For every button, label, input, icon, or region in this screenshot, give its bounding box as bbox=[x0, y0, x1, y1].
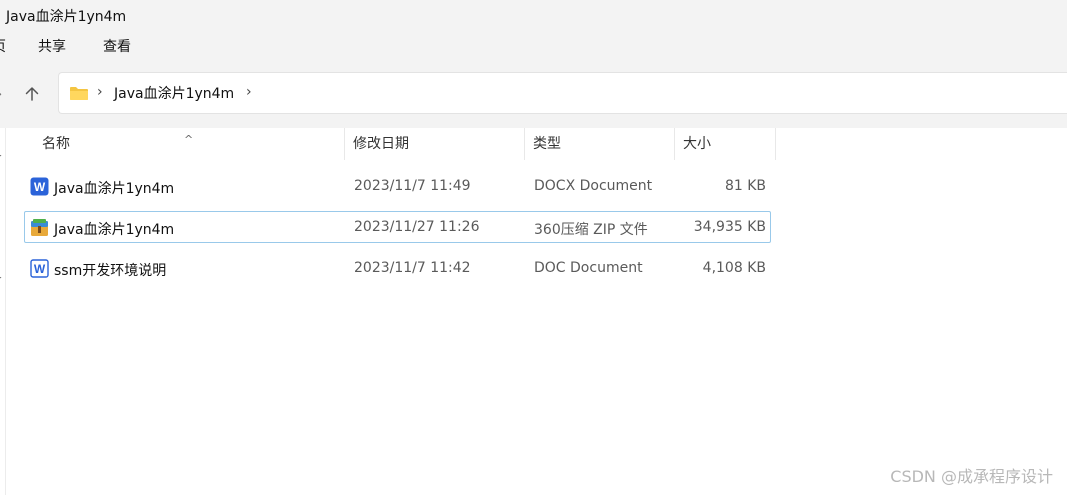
breadcrumb-current-folder[interactable]: Java血涂片1yn4m bbox=[114, 83, 234, 103]
file-name: ssm开发环境说明 bbox=[54, 263, 167, 279]
navigation-bar: › › Java血涂片1yn4m › bbox=[0, 62, 1067, 128]
file-type: 360压缩 ZIP 文件 bbox=[534, 222, 648, 238]
menu-item-view[interactable]: 查看 bbox=[103, 36, 131, 56]
window-title: Java血涂片1yn4m bbox=[6, 9, 127, 25]
column-header-row: 名称 ^ 修改日期 类型 大小 bbox=[6, 128, 776, 160]
menu-item-clipped[interactable]: 页 bbox=[0, 36, 6, 56]
column-header-name[interactable]: 名称 ^ bbox=[6, 128, 345, 160]
column-header-date[interactable]: 修改日期 bbox=[345, 128, 525, 160]
column-header-size[interactable]: 大小 bbox=[675, 128, 776, 160]
file-name: Java血涂片1yn4m bbox=[54, 181, 175, 197]
column-header-date-label: 修改日期 bbox=[353, 136, 409, 152]
title-bar: Java血涂片1yn4m bbox=[0, 0, 1067, 30]
file-name: Java血涂片1yn4m bbox=[54, 222, 175, 238]
breadcrumb-separator[interactable]: › bbox=[97, 84, 103, 100]
nav-pane-clipped-icon: ▸ bbox=[0, 148, 2, 163]
file-type: DOCX Document bbox=[534, 178, 653, 194]
folder-icon bbox=[70, 87, 88, 100]
file-list: 名称 ^ 修改日期 类型 大小 W Java血涂片1yn4m 2023/11/7… bbox=[6, 128, 1067, 495]
file-type: DOC Document bbox=[534, 260, 643, 276]
column-separator[interactable] bbox=[775, 128, 776, 160]
column-header-type-label: 类型 bbox=[533, 136, 561, 152]
file-date: 2023/11/27 11:26 bbox=[354, 219, 480, 235]
column-header-type[interactable]: 类型 bbox=[525, 128, 675, 160]
menu-item-share[interactable]: 共享 bbox=[38, 36, 66, 56]
file-size: 4,108 KB bbox=[702, 260, 766, 276]
column-header-size-label: 大小 bbox=[683, 136, 711, 152]
watermark-text: CSDN @成承程序设计 bbox=[890, 467, 1053, 486]
file-date: 2023/11/7 11:49 bbox=[354, 178, 471, 194]
nav-pane-clipped-icon: ▸ bbox=[0, 270, 2, 285]
word-docx-icon: W bbox=[30, 177, 49, 196]
file-size: 81 KB bbox=[724, 178, 766, 194]
file-row[interactable]: W ssm开发环境说明 2023/11/7 11:42 DOC Document… bbox=[24, 252, 771, 284]
breadcrumb-expand-chevron[interactable]: › bbox=[246, 84, 252, 100]
svg-text:W: W bbox=[34, 262, 46, 276]
word-doc-icon: W bbox=[30, 259, 49, 278]
sort-ascending-icon: ^ bbox=[184, 133, 194, 146]
file-date: 2023/11/7 11:42 bbox=[354, 260, 471, 276]
file-size: 34,935 KB bbox=[693, 219, 766, 235]
file-row[interactable]: W Java血涂片1yn4m 2023/11/7 11:49 DOCX Docu… bbox=[24, 170, 771, 202]
zip-archive-icon bbox=[31, 219, 48, 236]
forward-arrow-icon[interactable]: › bbox=[0, 84, 2, 103]
svg-text:W: W bbox=[34, 180, 46, 194]
menu-bar: 页 共享 查看 bbox=[0, 30, 1067, 62]
arrow-up-icon bbox=[25, 87, 39, 101]
column-header-name-label: 名称 bbox=[42, 136, 70, 152]
file-row-focused[interactable]: Java血涂片1yn4m 2023/11/27 11:26 360压缩 ZIP … bbox=[24, 211, 771, 243]
file-explorer-window: Java血涂片1yn4m 页 共享 查看 › › Java血涂片1yn4m › … bbox=[0, 0, 1067, 495]
up-button[interactable] bbox=[18, 80, 46, 108]
address-bar[interactable]: › Java血涂片1yn4m › bbox=[58, 72, 1067, 114]
